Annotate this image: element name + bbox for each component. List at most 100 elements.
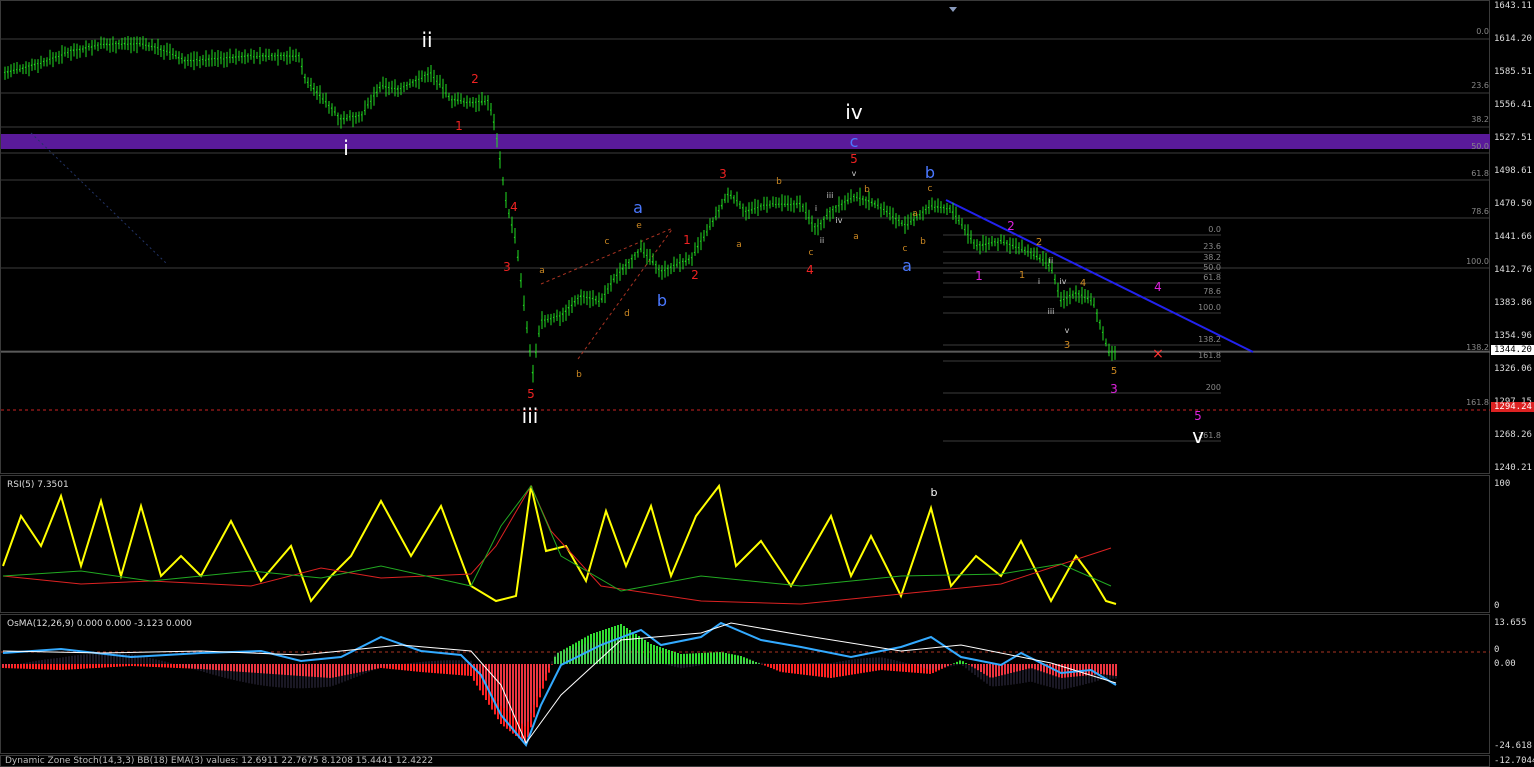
wave-label: b [657,291,667,310]
price-bar-tick [69,49,72,52]
target-marker: × [1152,346,1164,362]
fib-level-label: 161.8 [1466,398,1489,407]
wave-label: 2 [691,268,699,282]
wave-label: 3 [719,167,727,181]
price-bar-tick [738,203,741,205]
fib-small-label: 50.0 [1203,263,1221,272]
wave-label: 4 [1080,278,1086,289]
wave-label: b [864,185,870,195]
price-bar-tick [1095,312,1098,315]
price-bar-tick [294,55,297,58]
osma-panel[interactable]: OsMA(12,26,9) 0.000 0.000 -3.123 0.000 [0,614,1491,755]
fib-level-label: 23.6 [1471,81,1489,90]
price-bar-tick [1020,249,1023,251]
price-tick: 1614.20 [1494,34,1532,44]
wave-label: iv [1060,277,1067,286]
price-bar-tick [1113,351,1116,353]
price-bar-tick [225,56,228,59]
wave-label: a [853,232,859,242]
rsi-tick-0: 0 [1494,601,1500,611]
rsi-axis: 100 0 [1490,475,1534,613]
price-bar-tick [783,203,786,205]
price-bar-tick [444,92,447,94]
price-bar-tick [495,137,498,140]
price-bar-tick [411,81,414,84]
price-tick: 1498.61 [1494,166,1532,176]
price-bar-tick [387,86,390,89]
wave-label: 3 [1110,382,1118,396]
resistance-zone [1,134,1491,149]
fib-level-label: 0.0 [1476,27,1489,36]
osma-signal-line [2,621,1117,747]
price-bar-tick [1008,243,1011,246]
wave-label: b [925,163,935,182]
price-bar-tick [987,242,990,244]
price-bar-tick [465,101,468,104]
wave-label: 5 [527,387,535,401]
wave-label: 3 [1064,340,1070,351]
price-bar-tick [807,217,810,219]
price-tick: 1383.86 [1494,298,1532,308]
wave-label: 4 [510,200,518,214]
wave-label: c [605,237,610,247]
wave-label: 4 [806,263,814,277]
price-bar-tick [525,327,528,329]
support-price-tag: 1294.24 [1491,402,1534,412]
wave-label: 1 [455,119,463,133]
wave-label: 2 [471,72,479,86]
current-price-tag: 1344.20 [1491,345,1534,355]
rsi-panel[interactable]: b RSI(5) 7.3501 [0,475,1490,613]
price-bar-tick [732,197,735,199]
wave-label: v [1065,326,1070,335]
price-chart-panel[interactable]: 0.0 23.6 38.2 50.0 61.8 78.6 100.0 138.2 161.8 0.… [0,0,1491,475]
rsi-signal-red [2,484,1112,605]
price-bar-tick [999,239,1002,242]
fib-level-label: 50.0 [1471,142,1489,151]
price-bar-tick [1002,241,1005,244]
osma-chart[interactable] [1,615,1491,755]
price-bar-tick [357,115,360,117]
wave-label: 4 [1154,280,1162,294]
wave-label: e [636,221,642,231]
price-bar-tick [330,107,333,109]
price-bar-tick [840,203,843,206]
fib-small-label: 23.6 [1203,242,1221,251]
price-bar-tick [639,248,642,250]
price-bar-tick [660,269,663,272]
price-bar-tick [129,42,132,45]
fib-small-label: 138.2 [1198,335,1221,344]
price-bar-tick [1053,278,1056,281]
fib-small-label: 61.8 [1203,273,1221,282]
price-bar-tick [978,244,981,246]
price-bar-tick [258,55,261,58]
wave-label: b [576,370,582,380]
osma-tick-max: 13.655 [1494,618,1527,628]
wave-label: 5 [1194,409,1202,423]
wave-label: a [736,240,742,250]
price-tick: 1412.76 [1494,265,1532,275]
wave-label: 2 [1036,237,1042,248]
price-bar-tick [1023,249,1026,251]
price-bar-tick [159,48,162,51]
price-tick: 1240.21 [1494,463,1532,473]
price-tick: 1441.66 [1494,232,1532,242]
price-bar-tick [156,47,159,49]
price-bar-tick [819,222,822,225]
stoch-panel[interactable]: Dynamic Zone Stoch(14,3,3) BB(18) EMA(3)… [0,755,1490,767]
price-bar-tick [717,210,720,212]
price-tick: 1354.96 [1494,331,1532,341]
price-bar-tick [927,206,930,209]
rsi-chart[interactable]: b [1,476,1491,614]
price-bar-tick [324,101,327,103]
wave-label: i [815,204,817,213]
price-bar-tick [429,72,432,74]
price-chart[interactable]: 0.023.638.250.061.878.6100.0138.2161.80.… [1,1,1491,475]
rsi-signal-green [2,485,1112,592]
price-bar-tick [1014,246,1017,249]
fib-level-label: 138.2 [1466,343,1489,352]
price-bar-tick [900,222,903,225]
price-bar-tick [546,318,549,321]
price-bar-tick [792,203,795,205]
price-bar-tick [153,46,156,48]
price-bar-tick [150,45,153,48]
